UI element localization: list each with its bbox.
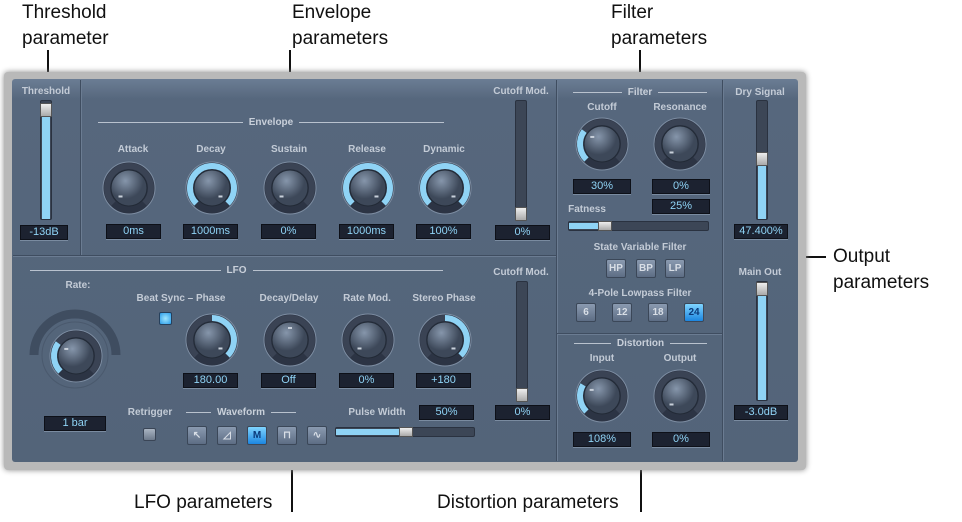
rate-mod-knob[interactable] — [340, 312, 396, 373]
decay-value[interactable]: 1000ms — [183, 224, 238, 239]
envelope-callout: Envelope parameters — [292, 0, 388, 52]
release-value[interactable]: 1000ms — [339, 224, 394, 239]
rate-mod-label: Rate Mod. — [343, 293, 391, 304]
svf-label: State Variable Filter — [593, 242, 687, 253]
dry-signal-value[interactable]: 47.400% — [734, 224, 788, 239]
fatness-slider[interactable] — [568, 221, 709, 231]
cutoff-label: Cutoff — [587, 102, 617, 113]
rate-label: Rate: — [65, 280, 91, 291]
sustain-value[interactable]: 0% — [261, 224, 316, 239]
dry-signal-label: Dry Signal — [735, 87, 785, 98]
main-out-value[interactable]: -3.0dB — [734, 405, 788, 420]
threshold-value[interactable]: -13dB — [20, 225, 68, 240]
attack-label: Attack — [117, 144, 149, 155]
decay-label: Decay — [196, 144, 226, 155]
threshold-label: Threshold — [21, 86, 71, 97]
dynamic-knob[interactable] — [417, 160, 473, 221]
distortion-callout: Distortion parameters — [437, 492, 619, 513]
dynamic-value[interactable]: 100% — [416, 224, 471, 239]
output-callout: Output parameters — [833, 244, 929, 296]
beat-sync-phase-label: Beat Sync – Phase — [136, 293, 226, 304]
svf-button[interactable]: BP — [636, 259, 656, 278]
cutoff-knob[interactable] — [574, 116, 630, 177]
rate-knob[interactable] — [48, 328, 104, 389]
lfo-cutoff-mod-slider[interactable] — [516, 281, 528, 402]
wave-button[interactable]: ⊓ — [277, 426, 297, 445]
retrigger-label: Retrigger — [127, 407, 173, 418]
input-knob[interactable] — [574, 368, 630, 429]
lfo-heading: LFO — [30, 265, 443, 276]
output-knob[interactable] — [652, 368, 708, 429]
decay-delay-label: Decay/Delay — [259, 293, 319, 304]
resonance-label: Resonance — [653, 102, 707, 113]
wave-button[interactable]: M — [247, 426, 267, 445]
attack-value[interactable]: 0ms — [106, 224, 161, 239]
lfo-callout: LFO parameters — [134, 492, 273, 513]
sustain-knob[interactable] — [262, 160, 318, 221]
pole-button[interactable]: 24 — [684, 303, 704, 322]
pulse-width-label: Pulse Width — [348, 407, 406, 418]
distortion-heading: Distortion — [574, 338, 707, 349]
lfo-cutoff-mod-label: Cutoff Mod. — [493, 267, 549, 278]
pulse-width-value[interactable]: 50% — [419, 405, 474, 420]
callout-text: Threshold — [22, 2, 107, 23]
filter-heading: Filter — [573, 87, 708, 98]
envelope-heading: Envelope — [98, 117, 444, 128]
input-value[interactable]: 108% — [573, 432, 631, 447]
attack-knob[interactable] — [101, 160, 157, 221]
sustain-label: Sustain — [270, 144, 308, 155]
input-label: Input — [589, 353, 615, 364]
threshold-slider[interactable] — [40, 100, 52, 220]
pole-label: 4-Pole Lowpass Filter — [588, 288, 692, 299]
main-out-label: Main Out — [738, 267, 782, 278]
phase-value[interactable]: 180.00 — [183, 373, 238, 388]
release-knob[interactable] — [340, 160, 396, 221]
stereo-phase-knob[interactable] — [417, 312, 473, 373]
lfo-cutoff-mod-value[interactable]: 0% — [495, 405, 550, 420]
decay-delay-knob[interactable] — [262, 312, 318, 373]
callout-text: parameters — [833, 272, 930, 293]
stereo-phase-value[interactable]: +180 — [416, 373, 471, 388]
decay-delay-value[interactable]: Off — [261, 373, 316, 388]
threshold-callout: Threshold parameter — [22, 0, 109, 52]
filter-callout: Filter parameters — [611, 0, 707, 52]
beat-sync-toggle[interactable] — [159, 312, 172, 325]
waveform-heading: Waveform — [186, 407, 297, 418]
callout-text: parameter — [22, 28, 109, 49]
callout-text: Envelope — [292, 2, 372, 23]
resonance-value[interactable]: 0% — [652, 179, 710, 194]
stereo-phase-label: Stereo Phase — [412, 293, 476, 304]
pole-button[interactable]: 6 — [576, 303, 596, 322]
fatness-label: Fatness — [568, 204, 606, 215]
output-value[interactable]: 0% — [652, 432, 710, 447]
callout-text: Output — [833, 246, 891, 267]
resonance-knob[interactable] — [652, 116, 708, 177]
callout-text: parameters — [292, 28, 389, 49]
env-cutoff-mod-value[interactable]: 0% — [495, 225, 550, 240]
callout-text: Filter — [611, 2, 654, 23]
phase-knob[interactable] — [184, 312, 240, 373]
wave-button[interactable]: ∿ — [307, 426, 327, 445]
wave-button[interactable]: ◿ — [217, 426, 237, 445]
main-out-slider[interactable] — [756, 281, 768, 401]
retrigger-checkbox[interactable] — [143, 428, 156, 441]
rate-mod-value[interactable]: 0% — [339, 373, 394, 388]
pole-button[interactable]: 12 — [612, 303, 632, 322]
rate-value[interactable]: 1 bar — [44, 416, 106, 431]
fatness-value[interactable]: 25% — [652, 199, 710, 214]
cutoff-value[interactable]: 30% — [573, 179, 631, 194]
output-label: Output — [663, 353, 697, 364]
svf-button[interactable]: LP — [665, 259, 685, 278]
dynamic-label: Dynamic — [423, 144, 465, 155]
callout-text: parameters — [611, 28, 708, 49]
wave-button[interactable]: ↖ — [187, 426, 207, 445]
svf-button[interactable]: HP — [606, 259, 626, 278]
env-cutoff-mod-label: Cutoff Mod. — [493, 86, 549, 97]
dry-signal-slider[interactable] — [756, 100, 768, 220]
pulse-width-slider[interactable] — [335, 427, 475, 437]
decay-knob[interactable] — [184, 160, 240, 221]
pole-button[interactable]: 18 — [648, 303, 668, 322]
env-cutoff-mod-slider[interactable] — [515, 100, 527, 221]
release-label: Release — [348, 144, 386, 155]
